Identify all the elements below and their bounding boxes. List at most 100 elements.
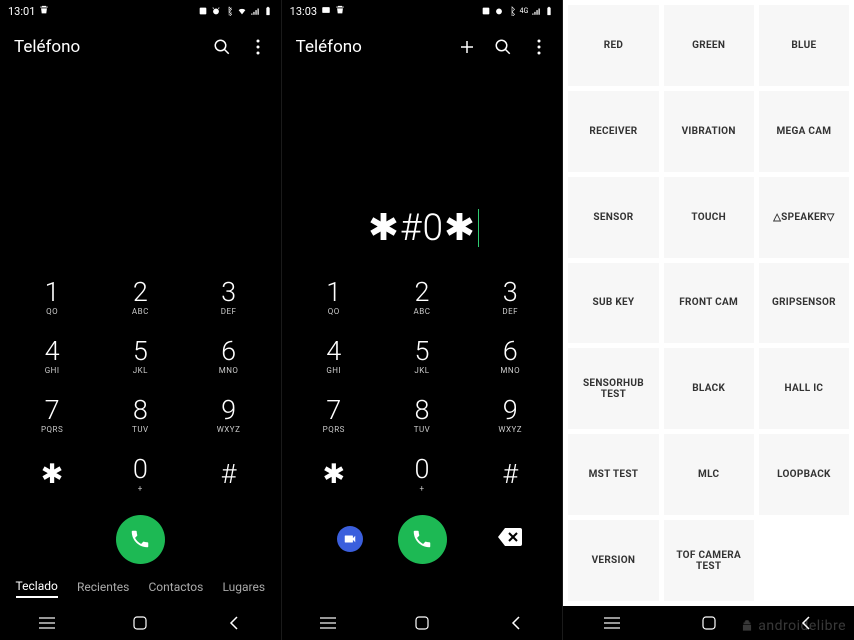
key-num: 5 <box>133 338 148 365</box>
dialed-display: ✱#0✱ <box>282 72 563 268</box>
call-button[interactable] <box>398 515 447 564</box>
key-0[interactable]: 0+ <box>378 445 466 504</box>
key-letters: JKL <box>414 366 429 375</box>
tab-lugares[interactable]: Lugares <box>222 580 265 597</box>
signal-icon <box>250 6 260 16</box>
test-vibration[interactable]: VIBRATION <box>664 91 754 172</box>
notification-icon <box>198 6 208 16</box>
dialer-keypad: 1QO2ABC3DEF4GHI5JKL6MNO7PQRS8TUV9WXYZ✱0+… <box>0 268 281 504</box>
key-5[interactable]: 5JKL <box>96 327 184 386</box>
nav-home-icon[interactable] <box>700 614 718 632</box>
bluetooth-icon <box>507 6 517 16</box>
nav-home-icon[interactable] <box>413 614 431 632</box>
test-hall-ic[interactable]: HALL IC <box>759 348 849 429</box>
test-touch[interactable]: TOUCH <box>664 177 754 258</box>
key-hash[interactable]: # <box>466 445 554 504</box>
key-1[interactable]: 1QO <box>290 268 378 327</box>
key-1[interactable]: 1QO <box>8 268 96 327</box>
nav-recents-icon[interactable] <box>38 614 56 632</box>
key-2[interactable]: 2ABC <box>96 268 184 327</box>
dialer-keypad: 1QO2ABC3DEF4GHI5JKL6MNO7PQRS8TUV9WXYZ✱0+… <box>282 268 563 504</box>
key-3[interactable]: 3DEF <box>184 268 272 327</box>
key-num: 1 <box>326 279 341 306</box>
alarm-icon <box>494 6 504 16</box>
search-icon[interactable] <box>494 38 512 56</box>
key-num: 6 <box>221 338 236 365</box>
more-icon[interactable] <box>249 38 267 56</box>
key-star[interactable]: ✱ <box>8 445 96 504</box>
test-tof-camera-test[interactable]: TOF CAMERA TEST <box>664 520 754 601</box>
key-9[interactable]: 9WXYZ <box>184 386 272 445</box>
nav-back-icon[interactable] <box>507 614 525 632</box>
bluetooth-icon <box>224 6 234 16</box>
key-6[interactable]: 6MNO <box>466 327 554 386</box>
status-bar: 13:03 4G <box>282 0 563 22</box>
test-mst-test[interactable]: MST TEST <box>568 434 658 515</box>
nav-bar <box>282 606 563 640</box>
test-mega-cam[interactable]: MEGA CAM <box>759 91 849 172</box>
key-3[interactable]: 3DEF <box>466 268 554 327</box>
tab-contactos[interactable]: Contactos <box>148 580 203 597</box>
key-num: 0 <box>133 456 148 483</box>
tab-recientes[interactable]: Recientes <box>77 580 129 597</box>
key-star[interactable]: ✱ <box>290 445 378 504</box>
key-num: # <box>221 461 237 488</box>
test-sub-key[interactable]: SUB KEY <box>568 263 658 344</box>
call-button[interactable] <box>116 515 165 564</box>
backspace-button[interactable] <box>498 528 522 550</box>
test-red[interactable]: RED <box>568 5 658 86</box>
key-8[interactable]: 8TUV <box>378 386 466 445</box>
key-letters: PQRS <box>41 425 63 434</box>
test-loopback[interactable]: LOOPBACK <box>759 434 849 515</box>
test-grid: REDGREENBLUE RECEIVERVIBRATIONMEGA CAM SEN… <box>568 5 849 601</box>
key-0[interactable]: 0+ <box>96 445 184 504</box>
key-7[interactable]: 7PQRS <box>8 386 96 445</box>
test-speaker[interactable]: △SPEAKER▽ <box>759 177 849 258</box>
key-num: 6 <box>503 338 518 365</box>
test-blue[interactable]: BLUE <box>759 5 849 86</box>
key-8[interactable]: 8TUV <box>96 386 184 445</box>
nav-home-icon[interactable] <box>131 614 149 632</box>
battery-icon <box>263 6 273 16</box>
screenshot-icon <box>321 5 331 18</box>
bottom-tabs: Teclado Recientes Contactos Lugares <box>0 570 281 606</box>
test-front-cam[interactable]: FRONT CAM <box>664 263 754 344</box>
key-num: 7 <box>45 397 60 424</box>
nav-recents-icon[interactable] <box>319 614 337 632</box>
nav-back-icon[interactable] <box>225 614 243 632</box>
key-5[interactable]: 5JKL <box>378 327 466 386</box>
test-receiver[interactable]: RECEIVER <box>568 91 658 172</box>
tab-teclado[interactable]: Teclado <box>16 579 58 598</box>
key-4[interactable]: 4GHI <box>290 327 378 386</box>
more-icon[interactable] <box>530 38 548 56</box>
search-icon[interactable] <box>213 38 231 56</box>
test-green[interactable]: GREEN <box>664 5 754 86</box>
key-7[interactable]: 7PQRS <box>290 386 378 445</box>
key-letters: WXYZ <box>217 425 241 434</box>
key-2[interactable]: 2ABC <box>378 268 466 327</box>
key-num: 2 <box>133 279 148 306</box>
test-black[interactable]: BLACK <box>664 348 754 429</box>
key-6[interactable]: 6MNO <box>184 327 272 386</box>
phone-app-panel-2: 13:03 4G Teléfono ✱#0✱ <box>282 0 564 640</box>
key-letters: GHI <box>326 366 341 375</box>
test-sensor[interactable]: SENSOR <box>568 177 658 258</box>
key-letters: MNO <box>500 366 520 375</box>
test-sensorhub-test[interactable]: SENSORHUB TEST <box>568 348 658 429</box>
key-num: 0 <box>415 456 430 483</box>
video-call-button[interactable] <box>337 526 363 552</box>
nav-back-icon[interactable] <box>797 614 815 632</box>
nav-recents-icon[interactable] <box>603 614 621 632</box>
add-icon[interactable] <box>458 38 476 56</box>
key-hash[interactable]: # <box>184 445 272 504</box>
test-gripsensor[interactable]: GRIPSENSOR <box>759 263 849 344</box>
test-version[interactable]: VERSION <box>568 520 658 601</box>
key-letters: DEF <box>502 307 518 316</box>
test-mlc[interactable]: MLC <box>664 434 754 515</box>
network-type-icon: 4G <box>520 7 529 15</box>
key-4[interactable]: 4GHI <box>8 327 96 386</box>
key-num: 8 <box>415 397 430 424</box>
key-9[interactable]: 9WXYZ <box>466 386 554 445</box>
key-num: 3 <box>503 279 518 306</box>
status-time: 13:03 <box>290 5 317 18</box>
